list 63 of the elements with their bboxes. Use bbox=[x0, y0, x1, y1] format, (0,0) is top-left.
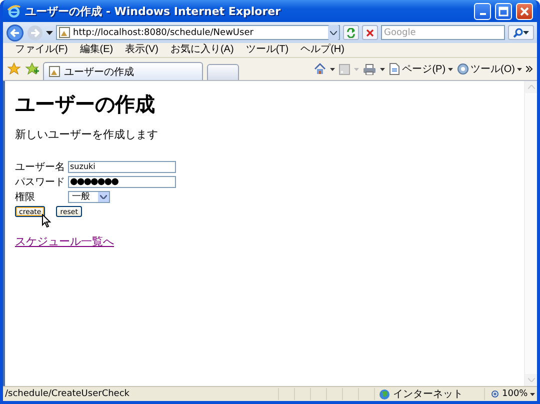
menu-item[interactable]: お気に入り(A) bbox=[170, 44, 234, 56]
command-button[interactable]: ページ(P) bbox=[389, 62, 453, 76]
chevron-right-icon[interactable] bbox=[526, 66, 533, 72]
chevron-down-icon bbox=[330, 30, 337, 34]
maximize-button[interactable] bbox=[495, 2, 512, 20]
caret-icon bbox=[448, 68, 453, 70]
minimize-button[interactable] bbox=[474, 2, 491, 20]
stop-button[interactable] bbox=[362, 25, 378, 40]
menu-item[interactable]: 表示(V) bbox=[125, 44, 158, 56]
search-icon bbox=[513, 28, 523, 38]
page-icon bbox=[59, 27, 70, 38]
page-icon bbox=[389, 63, 400, 75]
cursor-icon bbox=[42, 214, 51, 228]
caret-icon bbox=[530, 392, 535, 396]
command-button[interactable]: ツール(O) bbox=[456, 62, 522, 76]
minimize-icon bbox=[480, 13, 486, 15]
page-heading: ユーザーの作成 bbox=[15, 93, 156, 117]
zoom-icon bbox=[491, 390, 500, 398]
field-label: 権限 bbox=[15, 190, 36, 204]
password-field[interactable]: ●●●●●●● bbox=[68, 176, 176, 188]
status-text: /schedule/CreateUserCheck bbox=[4, 389, 131, 399]
field-label: ユーザー名 bbox=[15, 160, 66, 174]
ie-logo-icon bbox=[7, 4, 21, 18]
dropdown-arrow-icon[interactable] bbox=[46, 30, 53, 34]
menu-item[interactable]: ツール(T) bbox=[246, 44, 289, 56]
caret-icon bbox=[354, 68, 360, 70]
dropdown-field[interactable]: 一般 bbox=[68, 190, 110, 202]
menu-item[interactable]: 編集(E) bbox=[80, 44, 114, 56]
scrollbar[interactable] bbox=[524, 81, 537, 386]
zoom-button[interactable]: 100% bbox=[484, 388, 537, 400]
gear-icon bbox=[456, 63, 469, 75]
globe-icon bbox=[379, 388, 390, 400]
back-button-icon[interactable] bbox=[6, 24, 24, 42]
stop-icon bbox=[366, 28, 374, 36]
refresh-icon bbox=[346, 28, 356, 38]
list-link[interactable]: スケジュール一覧へ bbox=[15, 234, 114, 249]
favorites-star-icon[interactable] bbox=[7, 62, 21, 76]
arrow-down-icon bbox=[528, 378, 534, 382]
chevron-down-icon bbox=[100, 194, 107, 198]
menu-item[interactable]: ヘルプ(H) bbox=[300, 44, 344, 56]
refresh-button[interactable] bbox=[343, 25, 359, 40]
caret-icon[interactable] bbox=[380, 68, 386, 70]
printer-icon[interactable] bbox=[363, 64, 376, 74]
address-field[interactable]: http://localhost:8080/schedule/NewUser bbox=[56, 25, 340, 40]
field-label: パスワード bbox=[15, 176, 66, 188]
caret-icon bbox=[517, 68, 522, 70]
home-icon[interactable] bbox=[314, 63, 326, 75]
add-favorite-icon[interactable] bbox=[25, 62, 39, 76]
intro-text: 新しいユーザーを作成します bbox=[15, 128, 159, 142]
close-icon bbox=[519, 6, 530, 16]
browser-tab[interactable]: ユーザーの作成 bbox=[43, 62, 203, 80]
caret-icon[interactable] bbox=[330, 68, 336, 70]
page-icon bbox=[49, 66, 60, 77]
close-button[interactable] bbox=[516, 2, 533, 20]
arrow-up-icon bbox=[528, 85, 534, 89]
caret-icon bbox=[523, 30, 529, 34]
search-button[interactable] bbox=[508, 25, 534, 40]
window-title: ユーザーの作成 - Windows Internet Explorer bbox=[25, 4, 282, 18]
address-dropdown-button[interactable] bbox=[328, 25, 339, 40]
maximize-icon bbox=[498, 6, 509, 16]
zone-text: インターネット bbox=[393, 388, 463, 401]
menu-item[interactable]: ファイル(F) bbox=[15, 44, 68, 56]
input-field[interactable]: suzuki bbox=[68, 160, 176, 172]
